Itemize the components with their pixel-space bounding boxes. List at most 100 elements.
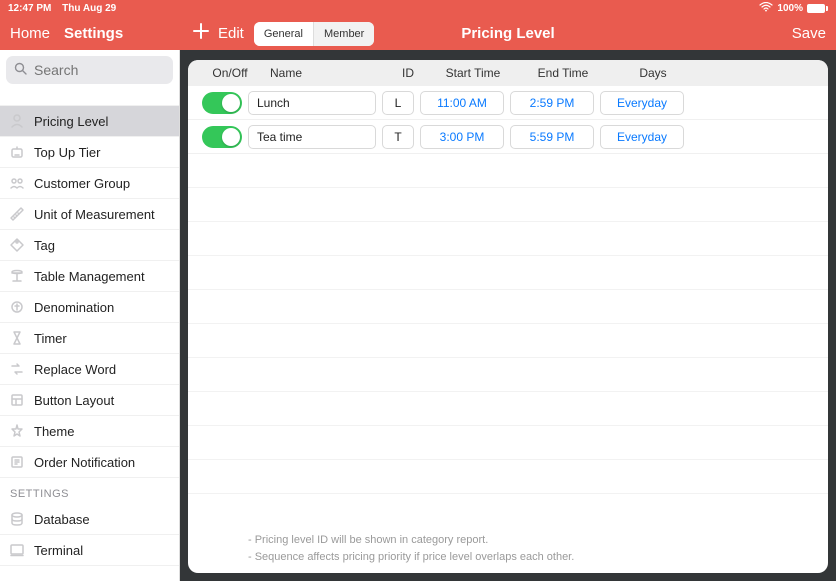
ruler-icon (8, 205, 26, 223)
status-bar: 12:47 PM Thu Aug 29 100% (0, 0, 836, 17)
days-button[interactable]: Everyday (600, 125, 684, 149)
timer-icon (8, 329, 26, 347)
battery-percent: 100% (777, 3, 803, 14)
table-row: 11:00 AM2:59 PMEveryday (188, 86, 828, 120)
table-icon (8, 267, 26, 285)
sidebar-item-label: Theme (34, 424, 74, 439)
sidebar: Pricing Level Top Up Tier Customer Group Un… (0, 50, 180, 581)
end-time-button[interactable]: 2:59 PM (510, 91, 594, 115)
topup-icon (8, 143, 26, 161)
footer-notes: - Pricing level ID will be shown in cate… (188, 532, 828, 565)
sidebar-item-coin[interactable]: Denomination (0, 292, 179, 323)
sidebar-item-group[interactable]: Customer Group (0, 168, 179, 199)
segmented-control: General Member (254, 22, 374, 46)
sidebar-item-label: Tag (34, 238, 55, 253)
pricing-icon (8, 112, 26, 130)
empty-row (188, 494, 828, 525)
empty-row (188, 392, 828, 426)
header-start: Start Time (428, 66, 518, 80)
settings-title: Settings (64, 25, 123, 42)
empty-row (188, 426, 828, 460)
start-time-button[interactable]: 3:00 PM (420, 125, 504, 149)
header-onoff: On/Off (202, 66, 258, 80)
sidebar-item-label: Timer (34, 331, 67, 346)
content-panel: On/Off Name ID Start Time End Time Days … (188, 60, 828, 573)
home-link[interactable]: Home (10, 25, 50, 42)
sidebar-item-label: Order Notification (34, 455, 135, 470)
sidebar-item-layout[interactable]: Button Layout (0, 385, 179, 416)
sidebar-item-timer[interactable]: Timer (0, 323, 179, 354)
sidebar-item-label: Button Layout (34, 393, 114, 408)
sidebar-item-replace[interactable]: Replace Word (0, 354, 179, 385)
segment-member[interactable]: Member (314, 22, 374, 46)
name-input[interactable] (248, 91, 376, 115)
name-input[interactable] (248, 125, 376, 149)
sidebar-section-header: SETTINGS (0, 478, 179, 504)
empty-row (188, 460, 828, 494)
add-button[interactable] (190, 22, 212, 45)
empty-row (188, 324, 828, 358)
save-button[interactable]: Save (792, 25, 826, 42)
tag-icon (8, 236, 26, 254)
sidebar-item-label: Top Up Tier (34, 145, 100, 160)
coin-icon (8, 298, 26, 316)
start-time-button[interactable]: 11:00 AM (420, 91, 504, 115)
top-bar: Home Settings Edit General Member Pricin… (0, 17, 836, 50)
toggle-switch[interactable] (202, 126, 242, 148)
header-name: Name (258, 66, 388, 80)
segment-general[interactable]: General (254, 22, 313, 46)
bell-icon (8, 453, 26, 471)
layout-icon (8, 391, 26, 409)
toggle-switch[interactable] (202, 92, 242, 114)
sidebar-item-partial[interactable] (0, 90, 179, 106)
end-time-button[interactable]: 5:59 PM (510, 125, 594, 149)
theme-icon (8, 422, 26, 440)
search-input[interactable] (6, 56, 173, 84)
main-area: On/Off Name ID Start Time End Time Days … (180, 50, 836, 581)
sidebar-item-pricing[interactable]: Pricing Level (0, 106, 179, 137)
sidebar-item-label: Unit of Measurement (34, 207, 155, 222)
sidebar-item-ruler[interactable]: Unit of Measurement (0, 199, 179, 230)
sidebar-item-label: Denomination (34, 300, 114, 315)
database-icon (8, 510, 26, 528)
sidebar-item-tag[interactable]: Tag (0, 230, 179, 261)
sidebar-item-database[interactable]: Database (0, 504, 179, 535)
empty-row (188, 256, 828, 290)
sidebar-item-label: Customer Group (34, 176, 130, 191)
header-days: Days (608, 66, 698, 80)
empty-row (188, 290, 828, 324)
id-input[interactable] (382, 125, 414, 149)
status-time: 12:47 PM (8, 3, 51, 14)
empty-row (188, 154, 828, 188)
sidebar-item-terminal[interactable]: Terminal (0, 535, 179, 566)
footer-line-1: - Pricing level ID will be shown in cate… (248, 532, 768, 549)
footer-line-2: - Sequence affects pricing priority if p… (248, 549, 768, 566)
status-date: Thu Aug 29 (62, 3, 116, 14)
sidebar-item-table[interactable]: Table Management (0, 261, 179, 292)
days-button[interactable]: Everyday (600, 91, 684, 115)
wifi-icon (759, 2, 773, 15)
sidebar-item-label: Pricing Level (34, 114, 108, 129)
replace-icon (8, 360, 26, 378)
search-icon (14, 62, 27, 78)
table-header: On/Off Name ID Start Time End Time Days (188, 60, 828, 86)
battery-icon (807, 4, 828, 13)
sidebar-item-label: Terminal (34, 543, 83, 558)
empty-row (188, 358, 828, 392)
sidebar-item-topup[interactable]: Top Up Tier (0, 137, 179, 168)
sidebar-item-label: Replace Word (34, 362, 116, 377)
sidebar-item-bell[interactable]: Order Notification (0, 447, 179, 478)
group-icon (8, 174, 26, 192)
empty-row (188, 188, 828, 222)
empty-row (188, 222, 828, 256)
header-id: ID (388, 66, 428, 80)
edit-button[interactable]: Edit (218, 25, 244, 42)
page-title: Pricing Level (461, 25, 554, 42)
terminal-icon (8, 541, 26, 559)
table-row: 3:00 PM5:59 PMEveryday (188, 120, 828, 154)
sidebar-item-theme[interactable]: Theme (0, 416, 179, 447)
id-input[interactable] (382, 91, 414, 115)
header-end: End Time (518, 66, 608, 80)
sidebar-item-label: Database (34, 512, 90, 527)
sidebar-item-label: Table Management (34, 269, 145, 284)
